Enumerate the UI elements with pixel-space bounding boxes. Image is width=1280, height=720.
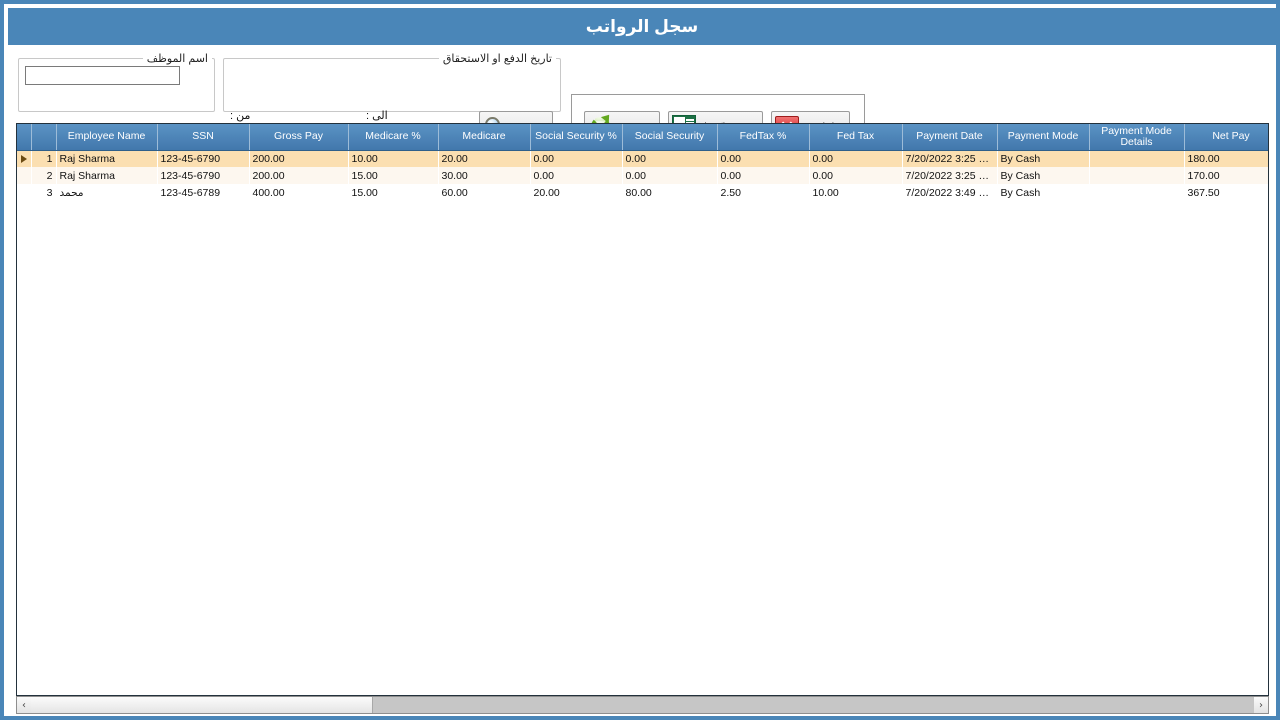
cell-net_pay: 367.50	[1184, 184, 1268, 201]
cell-payment_date: 7/20/2022 3:49 PM	[902, 184, 997, 201]
table-header-row: Employee Name SSN Gross Pay Medicare % Medic…	[17, 124, 1268, 151]
cell-employee_name: Raj Sharma	[56, 150, 157, 167]
cell-ssn: 123-45-6790	[157, 167, 249, 184]
horizontal-scrollbar[interactable]: ‹ ›	[16, 696, 1269, 714]
cell-payment_mode: By Cash	[997, 184, 1089, 201]
cell-rownum: 2	[31, 167, 56, 184]
cell-payment_date: 7/20/2022 3:25 PM	[902, 167, 997, 184]
cell-social_security_pct: 0.00	[530, 150, 622, 167]
column-header-medicare[interactable]: Medicare	[438, 124, 531, 151]
employee-name-input[interactable]	[25, 66, 180, 85]
table-row[interactable]: 2 Raj Sharma 123-45-6790 200.00 15.00 30.00 0.…	[17, 167, 1268, 184]
cell-social_security: 0.00	[622, 150, 717, 167]
column-header-employee_name[interactable]: Employee Name	[56, 124, 158, 151]
cell-fedtax_pct: 0.00	[717, 150, 809, 167]
cell-employee_name: Raj Sharma	[56, 167, 157, 184]
table-body: 1 Raj Sharma 123-45-6790 200.00 10.00 20.00 0.…	[17, 150, 1268, 201]
payment-date-group-label: تاريخ الدفع او الاستحقاق	[442, 53, 552, 65]
cell-ssn: 123-45-6789	[157, 184, 249, 201]
column-header-payment_mode_details[interactable]: Payment Mode Details	[1089, 124, 1185, 151]
cell-medicare: 60.00	[438, 184, 530, 201]
cell-rownum: 1	[31, 150, 56, 167]
cell-indicator	[17, 150, 31, 167]
page-title: سجل الرواتب	[585, 16, 699, 36]
cell-net_pay: 180.00	[1184, 150, 1268, 167]
scrollbar-track[interactable]	[31, 697, 1254, 713]
cell-payment_mode_details	[1089, 184, 1184, 201]
cell-payment_mode_details	[1089, 150, 1184, 167]
cell-social_security_pct: 0.00	[530, 167, 622, 184]
cell-payment_mode: By Cash	[997, 150, 1089, 167]
cell-gross_pay: 200.00	[249, 167, 348, 184]
cell-net_pay: 170.00	[1184, 167, 1268, 184]
cell-medicare_pct: 15.00	[348, 167, 438, 184]
cell-fedtax_pct: 0.00	[717, 167, 809, 184]
column-header-payment_mode[interactable]: Payment Mode	[997, 124, 1090, 151]
salary-record-window: سجل الرواتب اسم الموظف تاريخ الدفع او ال…	[0, 0, 1280, 720]
cell-medicare_pct: 10.00	[348, 150, 438, 167]
column-header-ssn[interactable]: SSN	[157, 124, 250, 151]
cell-rownum: 3	[31, 184, 56, 201]
column-header-fedtax_pct[interactable]: FedTax %	[717, 124, 810, 151]
scroll-right-arrow-icon[interactable]: ›	[1254, 697, 1268, 713]
date-to-label: الى :	[366, 110, 388, 122]
cell-ssn: 123-45-6790	[157, 150, 249, 167]
salary-data-grid[interactable]: Employee Name SSN Gross Pay Medicare % Medic…	[16, 123, 1269, 696]
column-header-social_security_pct[interactable]: Social Security %	[530, 124, 623, 151]
column-header-payment_date[interactable]: Payment Date	[902, 124, 998, 151]
column-header-net_pay[interactable]: Net Pay	[1184, 124, 1268, 151]
cell-payment_mode_details	[1089, 167, 1184, 184]
column-header-indicator[interactable]	[17, 124, 32, 151]
cell-fed_tax: 0.00	[809, 167, 902, 184]
scroll-left-arrow-icon[interactable]: ‹	[17, 697, 31, 713]
column-header-social_security[interactable]: Social Security	[622, 124, 718, 151]
cell-payment_date: 7/20/2022 3:25 PM	[902, 150, 997, 167]
column-header-gross_pay[interactable]: Gross Pay	[249, 124, 349, 151]
cell-fed_tax: 10.00	[809, 184, 902, 201]
cell-social_security_pct: 20.00	[530, 184, 622, 201]
cell-gross_pay: 400.00	[249, 184, 348, 201]
column-header-fed_tax[interactable]: Fed Tax	[809, 124, 903, 151]
cell-employee_name: محمد	[56, 184, 157, 201]
cell-indicator	[17, 184, 31, 201]
scrollbar-thumb[interactable]	[31, 697, 374, 713]
table-row[interactable]: 3 محمد 123-45-6789 400.00 15.00 60.00 20.00 80.…	[17, 184, 1268, 201]
window-title-bar: سجل الرواتب	[8, 8, 1276, 45]
row-selector-icon	[20, 154, 27, 163]
cell-gross_pay: 200.00	[249, 150, 348, 167]
column-header-rownum[interactable]	[31, 124, 57, 151]
cell-fed_tax: 0.00	[809, 150, 902, 167]
employee-name-group-label: اسم الموظف	[146, 53, 208, 65]
table-row[interactable]: 1 Raj Sharma 123-45-6790 200.00 10.00 20.00 0.…	[17, 150, 1268, 167]
cell-fedtax_pct: 2.50	[717, 184, 809, 201]
filter-toolbar: اسم الموظف تاريخ الدفع او الاستحقاق من :…	[8, 45, 1276, 157]
column-header-medicare_pct[interactable]: Medicare %	[348, 124, 439, 151]
cell-indicator	[17, 167, 31, 184]
payment-date-group: تاريخ الدفع او الاستحقاق	[223, 52, 561, 112]
cell-medicare_pct: 15.00	[348, 184, 438, 201]
cell-medicare: 30.00	[438, 167, 530, 184]
date-from-label: من :	[230, 110, 251, 122]
salary-table: Employee Name SSN Gross Pay Medicare % Medic…	[17, 124, 1268, 201]
cell-social_security: 0.00	[622, 167, 717, 184]
cell-social_security: 80.00	[622, 184, 717, 201]
cell-payment_mode: By Cash	[997, 167, 1089, 184]
cell-medicare: 20.00	[438, 150, 530, 167]
